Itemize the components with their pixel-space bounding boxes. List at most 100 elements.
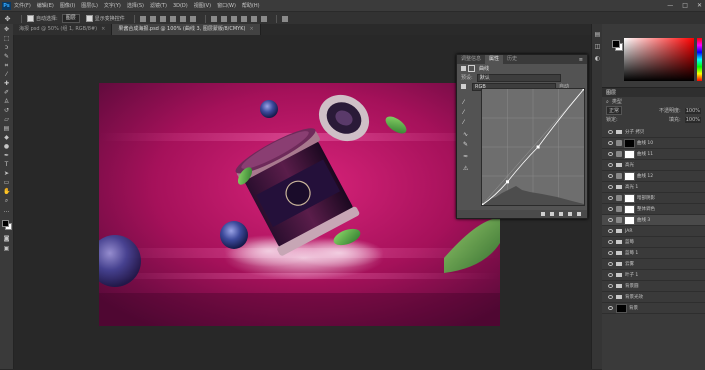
foreground-color-chip[interactable] xyxy=(612,40,620,48)
tab-layers[interactable]: 图层 xyxy=(606,89,616,96)
visibility-eye-icon[interactable] xyxy=(608,196,613,200)
visibility-eye-icon[interactable] xyxy=(608,130,613,134)
visibility-eye-icon[interactable] xyxy=(608,229,613,233)
align-top-icon[interactable] xyxy=(139,15,146,22)
distribute-right-icon[interactable] xyxy=(260,15,267,22)
visibility-eye-icon[interactable] xyxy=(608,262,613,266)
visibility-eye-icon[interactable] xyxy=(608,174,613,178)
tab-history[interactable]: 历史 xyxy=(503,55,521,64)
curve-control-point[interactable] xyxy=(536,145,540,149)
panel-menu-icon[interactable]: ≡ xyxy=(579,57,583,63)
quick-select-icon[interactable]: ✎ xyxy=(3,54,10,60)
move-icon[interactable]: ✥ xyxy=(3,27,10,33)
pen-icon[interactable]: ✒ xyxy=(3,153,10,159)
menu-help[interactable]: 帮助(H) xyxy=(242,2,260,9)
visibility-eye-icon[interactable] xyxy=(608,251,613,255)
auto-select-dropdown[interactable]: 图层 xyxy=(61,14,80,23)
tab-poster-psd[interactable]: 海报 psd @ 50% (组 1, RGB/8#) × xyxy=(13,24,113,35)
visibility-eye-icon[interactable] xyxy=(608,218,613,222)
gradient-icon[interactable]: ▤ xyxy=(3,126,10,132)
eyedropper-gray-icon[interactable]: ⁄ xyxy=(463,109,464,116)
close-icon[interactable]: ✕ xyxy=(697,2,702,9)
layer-row[interactable]: 背景光效 xyxy=(602,292,705,303)
opacity-input[interactable]: 100% xyxy=(684,107,701,114)
smooth-icon[interactable]: ≈ xyxy=(463,153,468,160)
maximize-icon[interactable]: □ xyxy=(682,2,688,9)
tab-jam-poster-psd[interactable]: 果酱合成海报.psd @ 100% (曲线 3, 图层蒙版/8/CMYK) × xyxy=(112,24,261,35)
delete-icon[interactable] xyxy=(577,212,581,216)
more-tools-icon[interactable]: … xyxy=(3,208,10,214)
dodge-icon[interactable]: ● xyxy=(3,144,10,150)
layer-row[interactable]: JAR xyxy=(602,226,705,237)
foreground-color-swatch[interactable] xyxy=(2,220,9,227)
curve-control-point[interactable] xyxy=(506,180,509,184)
curve-control-point[interactable] xyxy=(480,203,484,207)
menu-edit[interactable]: 编辑(E) xyxy=(37,2,54,9)
align-bottom-icon[interactable] xyxy=(159,15,166,22)
curve-point-tool-icon[interactable]: ∿ xyxy=(463,131,468,138)
blur-icon[interactable]: ◆ xyxy=(3,135,10,141)
quick-mask-icon[interactable]: ◙ xyxy=(3,236,10,242)
filter-kind-dropdown[interactable]: 类型 xyxy=(612,98,622,105)
curves-graph[interactable] xyxy=(480,87,586,207)
visibility-eye-icon[interactable] xyxy=(608,207,613,211)
history-panel-icon[interactable]: ▤ xyxy=(594,32,601,38)
view-previous-icon[interactable] xyxy=(550,212,554,216)
visibility-eye-icon[interactable] xyxy=(608,295,613,299)
align-right-icon[interactable] xyxy=(189,15,196,22)
layer-row[interactable]: 叶子 1 xyxy=(602,270,705,281)
crop-icon[interactable]: ⌗ xyxy=(3,63,10,69)
align-left-icon[interactable] xyxy=(169,15,176,22)
lasso-icon[interactable]: ↄ xyxy=(3,45,10,51)
visibility-eye-icon[interactable] xyxy=(608,240,613,244)
visibility-icon[interactable] xyxy=(568,212,572,216)
brush-icon[interactable]: ✐ xyxy=(3,90,10,96)
distribute-bottom-icon[interactable] xyxy=(230,15,237,22)
eyedropper-icon[interactable]: ⁄ xyxy=(3,72,10,78)
move-tool-icon[interactable]: ✥ xyxy=(3,15,12,23)
auto-select-checkbox[interactable] xyxy=(27,15,34,22)
layer-row[interactable]: 高光 xyxy=(602,160,705,171)
history-brush-icon[interactable]: ↺ xyxy=(3,108,10,114)
layer-row[interactable]: 高光 1 xyxy=(602,182,705,193)
menu-filter[interactable]: 滤镜(T) xyxy=(150,2,167,9)
menu-type[interactable]: 文字(Y) xyxy=(104,2,121,9)
blend-mode-dropdown[interactable]: 正常 xyxy=(606,106,623,115)
type-icon[interactable]: T xyxy=(3,162,10,168)
layer-row[interactable]: 分子 拷贝 xyxy=(602,127,705,138)
menu-file[interactable]: 文件(F) xyxy=(14,2,31,9)
align-center-icon[interactable] xyxy=(179,15,186,22)
visibility-eye-icon[interactable] xyxy=(608,284,613,288)
show-transform-checkbox[interactable] xyxy=(85,15,93,22)
layer-row[interactable]: 背景 xyxy=(602,303,705,314)
layer-row[interactable]: 曲线 11 xyxy=(602,149,705,160)
pencil-icon[interactable]: ✎ xyxy=(463,141,468,148)
close-tab-icon[interactable]: × xyxy=(249,26,253,32)
layer-row[interactable]: 暗部阴影 xyxy=(602,193,705,204)
path-select-icon[interactable]: ➤ xyxy=(3,171,10,177)
visibility-eye-icon[interactable] xyxy=(608,185,613,189)
layer-row[interactable]: 曲线 10 xyxy=(602,138,705,149)
menu-layer[interactable]: 图层(L) xyxy=(81,2,98,9)
filter-search-icon[interactable]: ⌕ xyxy=(606,99,609,105)
preset-dropdown[interactable]: 默认 xyxy=(476,73,561,82)
visibility-eye-icon[interactable] xyxy=(608,273,613,277)
healing-brush-icon[interactable]: ✚ xyxy=(3,81,10,87)
3d-mode-icon[interactable] xyxy=(281,15,288,22)
screen-mode-icon[interactable]: ▣ xyxy=(3,246,10,252)
shape-icon[interactable]: ▭ xyxy=(3,180,10,186)
menu-window[interactable]: 窗口(W) xyxy=(217,2,236,9)
layer-row[interactable]: 蓝莓 1 xyxy=(602,248,705,259)
layer-row[interactable]: 曲线 3 xyxy=(602,215,705,226)
distribute-top-icon[interactable] xyxy=(210,15,217,22)
mask-icon[interactable] xyxy=(468,65,475,72)
layer-row[interactable]: 蓝莓 xyxy=(602,237,705,248)
curve-control-point[interactable] xyxy=(582,87,586,91)
tab-properties[interactable]: 属性 xyxy=(485,55,504,64)
eyedropper-black-icon[interactable]: ⁄ xyxy=(463,99,464,106)
layer-row[interactable]: 背景圆 xyxy=(602,281,705,292)
canvas-artwork[interactable] xyxy=(99,83,500,326)
distribute-middle-icon[interactable] xyxy=(220,15,227,22)
minimize-icon[interactable]: — xyxy=(667,2,673,9)
tab-adjust-info[interactable]: 调整信息 xyxy=(457,55,485,64)
